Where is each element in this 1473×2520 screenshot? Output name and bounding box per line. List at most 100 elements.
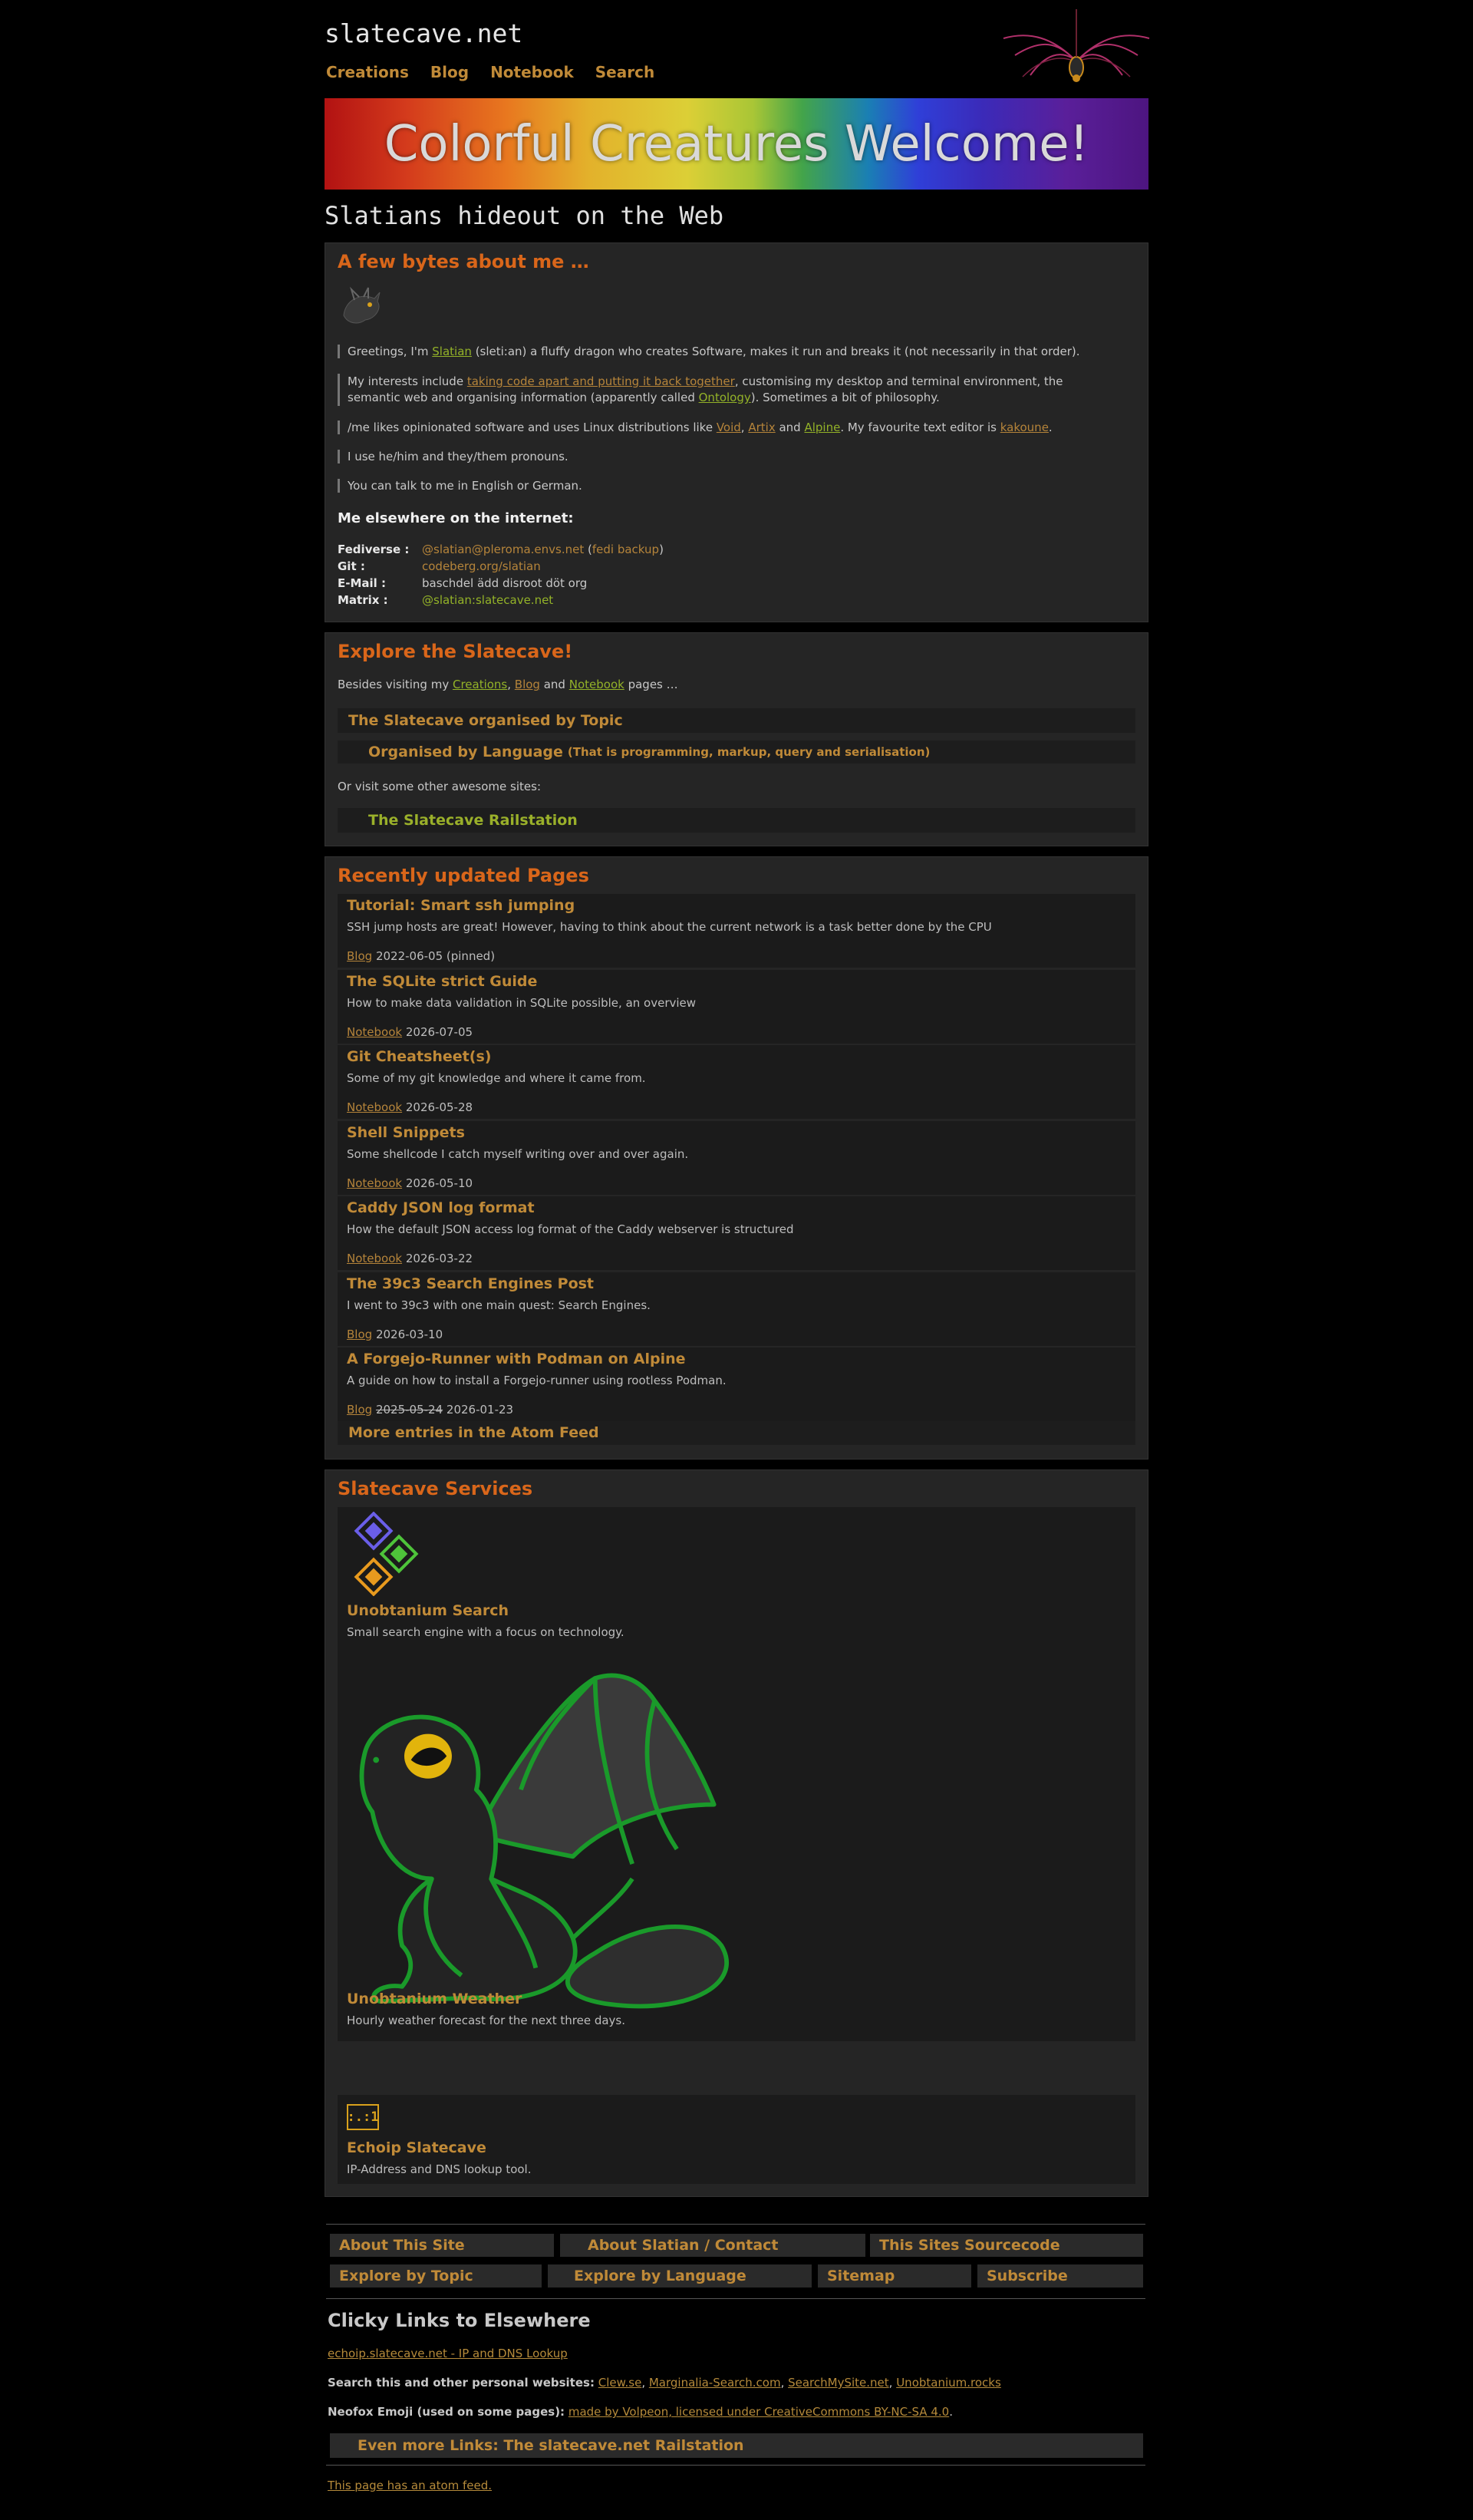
entry-title[interactable]: A Forgejo-Runner with Podman on Alpine (347, 1351, 686, 1367)
echoip-link[interactable]: echoip.slatecave.net - IP and DNS Lookup (328, 2347, 568, 2360)
footer-about-site[interactable]: About This Site (330, 2234, 554, 2257)
explore-heading: Explore the Slatecave! (338, 641, 573, 662)
welcome-banner: Colorful Creatures Welcome! (325, 98, 1148, 190)
service-title[interactable]: Unobtanium Weather (347, 1991, 522, 2007)
footer-railstation-link[interactable]: Even more Links: The slatecave.net Rails… (330, 2433, 1143, 2458)
footer-explore-topic[interactable]: Explore by Topic (330, 2264, 542, 2287)
recent-heading: Recently updated Pages (338, 865, 589, 886)
emoji-license-link[interactable]: made by Volpeon, licensed under Creative… (568, 2405, 949, 2419)
footer-explore-language[interactable]: Explore by Language (548, 2264, 812, 2287)
alpine-link[interactable]: Alpine (804, 421, 840, 434)
footer-sitemap[interactable]: Sitemap (818, 2264, 971, 2287)
nav-notebook[interactable]: Notebook (490, 63, 574, 81)
entry-section-link[interactable]: Blog (347, 949, 372, 963)
site-title[interactable]: slatecave.net (325, 18, 522, 48)
blog-link[interactable]: Blog (515, 678, 540, 691)
top-nav: Creations Blog Notebook Search (326, 63, 654, 81)
page-title: Slatians hideout on the Web (325, 201, 724, 230)
list-item[interactable]: The 39c3 Search Engines Post I went to 39… (338, 1272, 1135, 1346)
fediverse-link[interactable]: @slatian@pleroma.envs.net (422, 543, 584, 556)
contact-list: Fediverse : @slatian@pleroma.envs.net (fe… (338, 541, 664, 609)
service-card[interactable]: Unobtanium Search Small search engine wi… (338, 1507, 1135, 1656)
entry-desc: I went to 39c3 with one main quest: Sear… (347, 1298, 651, 1312)
entry-title[interactable]: The 39c3 Search Engines Post (347, 1275, 594, 1292)
code-apart-link[interactable]: taking code apart and putting it back to… (467, 374, 735, 388)
artix-link[interactable]: Artix (748, 421, 775, 434)
entry-meta: Blog 2026-03-10 (347, 1328, 443, 1341)
frog-dragon-icon (359, 1673, 729, 2009)
entry-title[interactable]: Git Cheatsheet(s) (347, 1048, 491, 1065)
language-link[interactable]: Organised by Language (That is programmin… (338, 740, 1135, 764)
creations-link[interactable]: Creations (453, 678, 507, 691)
contact-row: Matrix : @slatian:slatecave.net (338, 593, 554, 607)
email-text: baschdel ädd disroot döt org (422, 576, 588, 590)
other-sites-text: Or visit some other awesome sites: (338, 780, 541, 793)
elsewhere-heading: Me elsewhere on the internet: (338, 510, 574, 526)
entry-desc: Some of my git knowledge and where it ca… (347, 1071, 646, 1085)
clew-link[interactable]: Clew.se (598, 2376, 642, 2390)
list-item[interactable]: A Forgejo-Runner with Podman on Alpine A … (338, 1347, 1135, 1421)
atom-feed-notice[interactable]: This page has an atom feed. (328, 2479, 492, 2492)
entry-title[interactable]: Shell Snippets (347, 1124, 465, 1141)
entry-section-link[interactable]: Blog (347, 1403, 372, 1417)
slatian-link[interactable]: Slatian (432, 345, 472, 358)
list-item[interactable]: Tutorial: Smart ssh jumping SSH jump host… (338, 894, 1135, 968)
service-desc: Hourly weather forecast for the next thr… (347, 2014, 626, 2027)
railstation-link[interactable]: The Slatecave Railstation (338, 808, 1135, 833)
entry-section-link[interactable]: Blog (347, 1328, 372, 1341)
list-item[interactable]: Git Cheatsheet(s) Some of my git knowledg… (338, 1045, 1135, 1119)
service-title[interactable]: Unobtanium Search (347, 1602, 509, 1619)
git-link[interactable]: codeberg.org/slatian (422, 559, 541, 573)
contact-row: E-Mail : baschdel ädd disroot döt org (338, 576, 588, 590)
notebook-link[interactable]: Notebook (569, 678, 624, 691)
topic-link[interactable]: The Slatecave organised by Topic (338, 708, 1135, 733)
emoji-credit-line: Neofox Emoji (used on some pages): made … (328, 2405, 953, 2419)
entry-desc: A guide on how to install a Forgejo-runn… (347, 1374, 727, 1387)
entry-section-link[interactable]: Notebook (347, 1100, 402, 1114)
void-link[interactable]: Void (717, 421, 741, 434)
entry-desc: How to make data validation in SQLite po… (347, 996, 697, 1010)
clicky-heading: Clicky Links to Elsewhere (328, 2310, 591, 2331)
searchmysite-link[interactable]: SearchMySite.net (788, 2376, 889, 2390)
footer-about-slatian[interactable]: About Slatian / Contact (560, 2234, 865, 2257)
entry-section-link[interactable]: Notebook (347, 1176, 402, 1190)
dragon-logo-icon[interactable] (1000, 8, 1153, 88)
marginalia-link[interactable]: Marginalia-Search.com (649, 2376, 781, 2390)
nav-search[interactable]: Search (595, 63, 654, 81)
entry-section-link[interactable]: Notebook (347, 1252, 402, 1265)
atom-feed-link[interactable]: More entries in the Atom Feed (338, 1420, 1135, 1445)
recent-panel: Recently updated Pages More entries in t… (325, 856, 1148, 1460)
entry-title[interactable]: The SQLite strict Guide (347, 973, 537, 990)
footer-sourcecode[interactable]: This Sites Sourcecode (870, 2234, 1143, 2257)
about-greeting: Greetings, I'm Slatian (sleti:an) a fluf… (338, 345, 1080, 358)
kakoune-link[interactable]: kakoune (1000, 421, 1049, 434)
service-desc: IP-Address and DNS lookup tool. (347, 2162, 532, 2176)
explore-panel: Explore the Slatecave! Besides visiting … (325, 632, 1148, 846)
entry-title[interactable]: Caddy JSON log format (347, 1199, 535, 1216)
fedi-backup-link[interactable]: fedi backup (592, 543, 659, 556)
service-card[interactable]: Unobtanium Weather Hourly weather foreca… (338, 1648, 1135, 2041)
footer-divider (326, 2298, 1145, 2299)
entry-section-link[interactable]: Notebook (347, 1025, 402, 1039)
list-item[interactable]: Caddy JSON log format How the default JSO… (338, 1196, 1135, 1270)
nav-creations[interactable]: Creations (326, 63, 409, 81)
nav-blog[interactable]: Blog (430, 63, 469, 81)
footer-divider (326, 2465, 1145, 2466)
entry-meta: Notebook 2026-03-22 (347, 1252, 473, 1265)
service-title[interactable]: Echoip Slatecave (347, 2139, 486, 2156)
list-item[interactable]: The SQLite strict Guide How to make data … (338, 970, 1135, 1044)
matrix-link[interactable]: @slatian:slatecave.net (422, 593, 553, 607)
service-card[interactable]: :.:1 Echoip Slatecave IP-Address and DNS… (338, 2095, 1135, 2184)
list-item[interactable]: Shell Snippets Some shellcode I catch mys… (338, 1121, 1135, 1195)
explore-intro: Besides visiting my Creations, Blog and … (338, 678, 678, 691)
footer-subscribe[interactable]: Subscribe (977, 2264, 1143, 2287)
about-languages: You can talk to me in English or German. (338, 479, 582, 493)
about-pronouns: I use he/him and they/them pronouns. (338, 450, 568, 463)
unobtanium-link[interactable]: Unobtanium.rocks (896, 2376, 1001, 2390)
unobtanium-diamonds-icon (354, 1512, 419, 1596)
entry-title[interactable]: Tutorial: Smart ssh jumping (347, 897, 575, 914)
entry-date: 2026-05-10 (405, 1176, 473, 1190)
avatar-dragon-icon (343, 286, 381, 324)
entry-desc: Some shellcode I catch myself writing ov… (347, 1147, 689, 1161)
ontology-link[interactable]: Ontology (699, 391, 751, 404)
